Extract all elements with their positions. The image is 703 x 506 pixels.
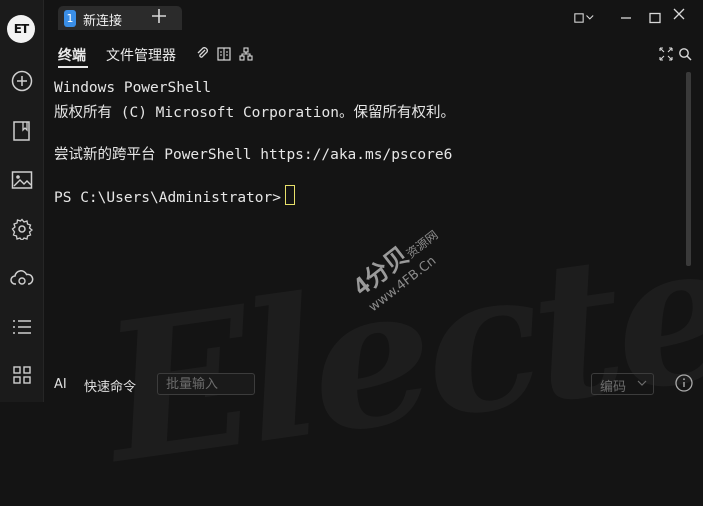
watermark-sub: 资源网 <box>403 227 441 261</box>
terminal-prompt-line: PS C:\Users\Administrator> <box>54 185 295 206</box>
terminal-cursor <box>284 185 295 205</box>
add-bookmark-icon[interactable] <box>8 67 36 95</box>
paperclip-icon[interactable] <box>196 46 210 60</box>
close-icon <box>673 8 684 20</box>
terminal-line: 尝试新的跨平台 PowerShell https://aka.ms/pscore… <box>54 147 453 163</box>
terminal-scrollbar[interactable] <box>686 72 691 266</box>
quick-commands-button[interactable]: 快速命令 <box>84 376 136 395</box>
layout-select-icon[interactable] <box>574 8 594 28</box>
cloud-sync-icon[interactable] <box>8 264 36 292</box>
active-tab-indicator <box>58 66 88 68</box>
info-icon[interactable] <box>675 374 693 392</box>
encoding-label: 编码 <box>600 380 627 395</box>
terminal-line: Windows PowerShell <box>54 80 212 96</box>
watermark-url: www.4FB.Cn <box>366 253 440 316</box>
network-tree-icon[interactable] <box>239 46 253 61</box>
image-icon[interactable] <box>8 166 36 194</box>
tab-number-badge: 1 <box>64 10 76 27</box>
terminal-line: 版权所有 (C) Microsoft Corporation。保留所有权利。 <box>54 105 455 121</box>
split-view-icon[interactable] <box>217 46 231 61</box>
minimize-icon[interactable] <box>616 8 636 28</box>
terminal-output[interactable]: Electerm Windows PowerShell 版权所有 (C) Mic… <box>44 70 703 506</box>
tab-terminal[interactable]: 终端 <box>58 45 86 65</box>
tab-file-manager[interactable]: 文件管理器 <box>106 45 176 65</box>
tab-label: 新连接 <box>83 14 123 29</box>
settings-gear-icon[interactable] <box>8 215 36 243</box>
left-sidebar: ET <box>0 0 44 402</box>
fullscreen-icon[interactable] <box>659 46 673 61</box>
batch-input-field[interactable] <box>157 373 255 395</box>
terminal-prompt: PS C:\Users\Administrator> <box>54 190 281 206</box>
search-icon[interactable] <box>678 46 692 61</box>
bookmarks-icon[interactable] <box>8 117 36 145</box>
title-bar: 1 新连接 <box>44 0 703 36</box>
chevron-down-icon <box>637 380 647 386</box>
close-window-button[interactable] <box>654 0 703 28</box>
add-tab-icon[interactable] <box>150 7 168 25</box>
session-toolbar: 终端 文件管理器 <box>44 36 703 70</box>
bottom-bar: AI 快速命令 编码 <box>44 368 703 402</box>
encoding-select[interactable]: 编码 <box>591 373 654 395</box>
site-watermark: 4分贝资源网 www.4FB.Cn <box>344 214 453 315</box>
watermark-brand: 4分贝 <box>347 241 415 302</box>
list-icon[interactable] <box>8 313 36 341</box>
app-logo[interactable]: ET <box>7 15 35 43</box>
ai-button[interactable]: AI <box>54 377 67 392</box>
background-watermark: Electerm <box>92 157 703 506</box>
apps-grid-icon[interactable] <box>8 361 36 389</box>
